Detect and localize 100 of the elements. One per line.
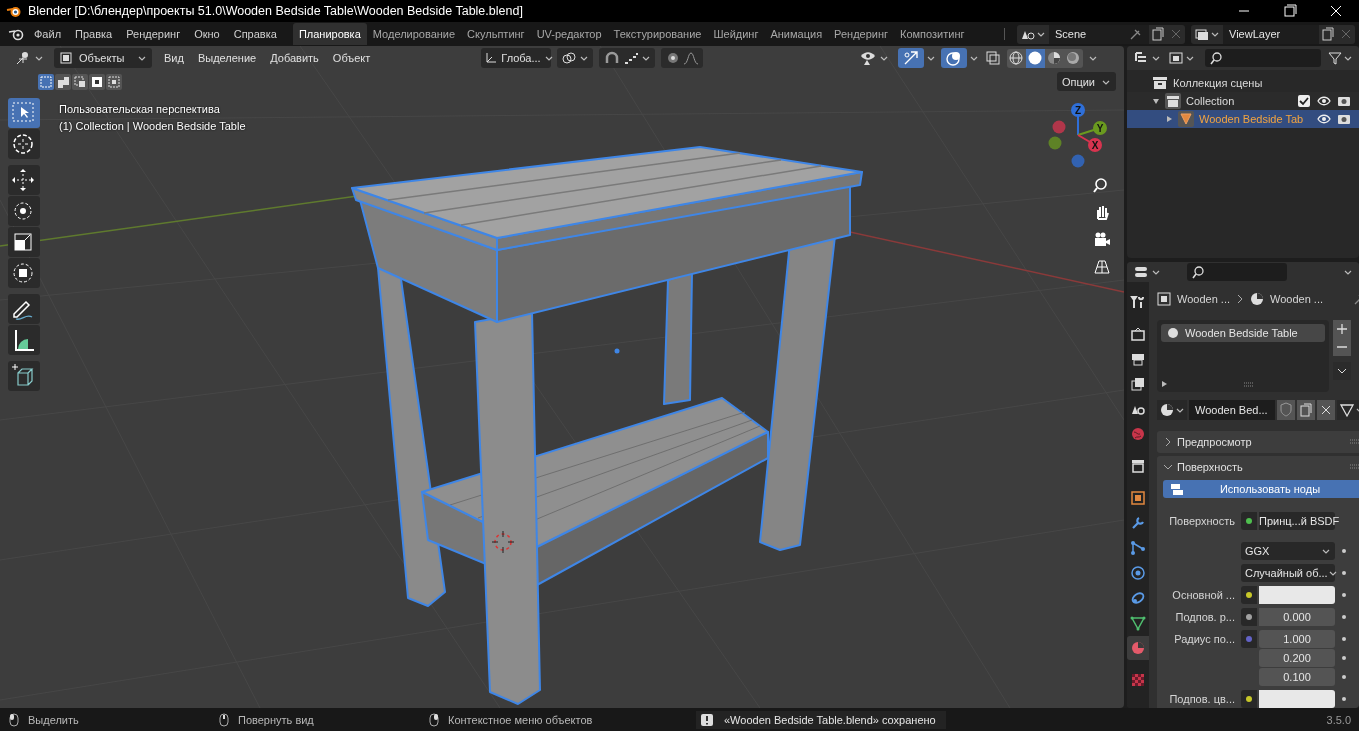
- workspace-tab[interactable]: Композитинг: [894, 23, 971, 45]
- remove-slot-icon[interactable]: [1333, 338, 1351, 356]
- transform-icon[interactable]: [8, 258, 40, 288]
- number-field[interactable]: 0.000: [1259, 608, 1335, 626]
- menu-item[interactable]: Окно: [188, 25, 226, 43]
- pivot-icon[interactable]: [561, 51, 578, 65]
- keyframe-dot[interactable]: [1340, 653, 1348, 662]
- visibility-icon[interactable]: [859, 50, 877, 66]
- expanded-arrow-icon[interactable]: [1152, 97, 1160, 105]
- negative-axis-handle[interactable]: [1052, 120, 1066, 134]
- outliner-row[interactable]: Wooden Bedside Tab: [1127, 110, 1359, 128]
- selection-mode-icon[interactable]: [55, 74, 71, 90]
- panel-header[interactable]: Предпросмотр: [1157, 431, 1359, 453]
- menu-item[interactable]: Рендеринг: [120, 25, 187, 43]
- color-swatch[interactable]: [1259, 586, 1335, 604]
- dropdown-field[interactable]: GGX: [1241, 542, 1335, 560]
- socket-dot[interactable]: [1245, 517, 1253, 525]
- material-slot[interactable]: Wooden Bedside Table: [1161, 324, 1325, 342]
- solid-shading-icon[interactable]: [1026, 48, 1045, 68]
- chevron-right-icon[interactable]: [1163, 437, 1173, 447]
- xray-icon[interactable]: [984, 49, 1002, 67]
- keyframe-dot[interactable]: [1340, 672, 1348, 681]
- socket-dot[interactable]: [1245, 591, 1253, 599]
- socket-dot[interactable]: [1245, 613, 1253, 621]
- selection-mode-icon[interactable]: [106, 74, 122, 90]
- keyframe-dot[interactable]: [1340, 569, 1348, 577]
- panel-header[interactable]: Поверхность: [1157, 456, 1359, 478]
- expand-triangle-icon[interactable]: [1161, 380, 1169, 388]
- node-tree-icon[interactable]: [1339, 402, 1355, 418]
- workspace-tab[interactable]: Планировка: [292, 23, 367, 45]
- eye-icon[interactable]: [1317, 112, 1331, 126]
- workspace-tab[interactable]: Шейдинг: [707, 23, 765, 45]
- use-nodes-button[interactable]: Использовать ноды: [1163, 480, 1359, 498]
- copy-icon[interactable]: [1149, 25, 1167, 43]
- menu-item[interactable]: Выделение: [190, 49, 264, 67]
- pencil-icon[interactable]: [8, 294, 40, 324]
- breadcrumb-item[interactable]: Wooden ...: [1177, 293, 1230, 305]
- chevron-down-icon[interactable]: [1163, 462, 1173, 472]
- cursor-icon[interactable]: [8, 129, 40, 159]
- filter-icon[interactable]: [1327, 50, 1343, 66]
- number-field[interactable]: 0.200: [1259, 649, 1335, 667]
- selection-mode-icon[interactable]: [72, 74, 88, 90]
- drag-handle-icon[interactable]: [1349, 439, 1359, 445]
- unlink-icon[interactable]: [1317, 400, 1335, 420]
- resize-grip-icon[interactable]: [1243, 382, 1255, 388]
- menu-item[interactable]: Вид: [157, 49, 191, 67]
- workspace-tab[interactable]: UV-редактор: [530, 23, 608, 45]
- number-field[interactable]: 1.000: [1259, 630, 1335, 648]
- menu-item[interactable]: Правка: [69, 25, 119, 43]
- scale-icon[interactable]: [8, 227, 40, 257]
- keyframe-dot[interactable]: [1340, 613, 1348, 621]
- snap-increment-icon[interactable]: [623, 51, 640, 65]
- dropdown-field[interactable]: Случайный об...: [1241, 564, 1335, 582]
- drag-handle-icon[interactable]: [1349, 464, 1359, 470]
- workspace-tab[interactable]: Рендеринг: [828, 23, 895, 45]
- slot-menu-icon[interactable]: [1333, 362, 1351, 380]
- camera-icon[interactable]: [1337, 94, 1351, 108]
- options-dropdown[interactable]: Опции: [1056, 72, 1116, 91]
- mode-dropdown[interactable]: Объекты: [54, 48, 152, 68]
- menu-item[interactable]: Объект: [325, 49, 378, 67]
- filter-view-icon[interactable]: [1167, 50, 1185, 66]
- navigation-gizmo[interactable]: Z Y X: [1040, 100, 1110, 170]
- orientation-dropdown[interactable]: Глоба...: [481, 48, 552, 68]
- eye-icon[interactable]: [1317, 94, 1331, 108]
- add-cube-icon[interactable]: [8, 361, 40, 391]
- checked-checkbox-icon[interactable]: [1297, 94, 1311, 108]
- workspace-tab[interactable]: Анимация: [764, 23, 829, 45]
- wireframe-shading-icon[interactable]: [1007, 48, 1026, 68]
- material-slot-list[interactable]: Wooden Bedside Table: [1157, 320, 1329, 392]
- breadcrumb-item[interactable]: Wooden ...: [1270, 293, 1323, 305]
- socket-dot[interactable]: [1245, 635, 1253, 643]
- rotate-icon[interactable]: [8, 196, 40, 226]
- negative-axis-handle[interactable]: [1048, 136, 1062, 150]
- keyframe-dot[interactable]: [1340, 591, 1348, 599]
- menu-item[interactable]: Файл: [28, 25, 68, 43]
- color-swatch[interactable]: [1259, 690, 1335, 708]
- table-model-drawing[interactable]: [351, 146, 863, 705]
- keyframe-dot[interactable]: [1340, 695, 1348, 703]
- workspace-tab[interactable]: Скульптинг: [461, 23, 531, 45]
- select-box-icon[interactable]: [8, 98, 40, 128]
- menu-item[interactable]: Справка: [227, 25, 283, 43]
- camera-icon[interactable]: [1337, 112, 1351, 126]
- collapsed-arrow-icon[interactable]: [1165, 115, 1173, 123]
- falloff-curve-icon[interactable]: [683, 51, 700, 65]
- axis-handle[interactable]: Y: [1077, 121, 1107, 136]
- workspace-tab[interactable]: Текстурирование: [607, 23, 708, 45]
- search-field[interactable]: [1205, 49, 1321, 67]
- move-icon[interactable]: [8, 165, 40, 195]
- menu-item[interactable]: Добавить: [263, 49, 326, 67]
- workspace-tab[interactable]: Моделирование: [366, 23, 462, 45]
- pin-icon[interactable]: [1129, 27, 1143, 41]
- axis-handle[interactable]: X: [1077, 134, 1102, 152]
- selection-mode-icon[interactable]: [89, 74, 105, 90]
- negative-axis-handle[interactable]: [1071, 154, 1085, 168]
- add-slot-icon[interactable]: [1333, 320, 1351, 338]
- view-layer-icon[interactable]: [1194, 27, 1210, 41]
- keyframe-dot[interactable]: [1340, 635, 1348, 643]
- keyframe-dot[interactable]: [1340, 547, 1348, 555]
- copy-icon[interactable]: [1297, 400, 1315, 420]
- ruler-icon[interactable]: [8, 325, 40, 355]
